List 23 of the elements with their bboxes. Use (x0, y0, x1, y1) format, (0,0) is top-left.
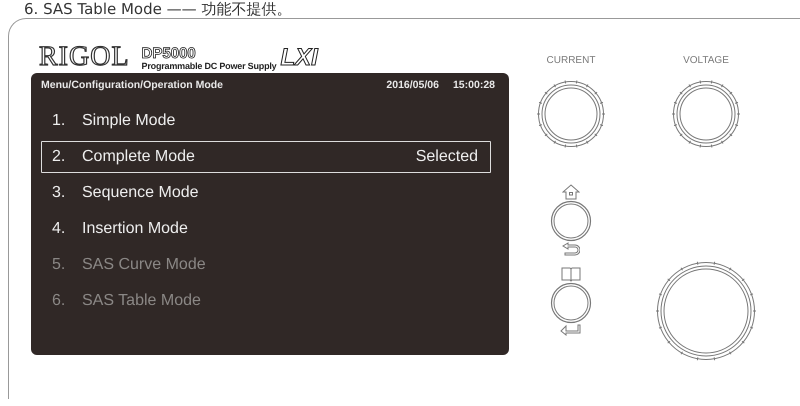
menu-item[interactable]: 1. Simple Mode (41, 105, 491, 137)
back-arrow-icon (562, 242, 580, 256)
current-knob[interactable] (535, 78, 607, 150)
caption-text: 6. SAS Table Mode —— 功能不提供。 (23, 0, 292, 18)
menu-item[interactable]: 3. Sequence Mode (41, 177, 491, 209)
time-text: 15:00:28 (452, 79, 495, 91)
menu-path: Menu/Configuration/Operation Mode (41, 79, 224, 91)
certification-logo: LXI (280, 45, 318, 71)
model-name: DP5000 (142, 46, 197, 61)
book-icon (561, 266, 581, 282)
date-text: 2016/05/06 (386, 79, 439, 91)
menu-item[interactable]: 2. Complete Mode Selected (41, 141, 491, 173)
help-button[interactable] (550, 282, 592, 324)
brand-logo: RIGOL (39, 43, 130, 71)
voltage-knob[interactable] (670, 78, 742, 150)
enter-arrow-icon (560, 324, 582, 336)
home-button[interactable] (550, 200, 592, 242)
menu-item[interactable]: 4. Insertion Mode (41, 213, 491, 245)
voltage-label: VOLTAGE (683, 55, 729, 66)
main-knob[interactable] (654, 259, 758, 363)
product-subtitle: Programmable DC Power Supply (142, 61, 276, 71)
current-label: CURRENT (546, 55, 596, 66)
home-icon (562, 184, 580, 200)
